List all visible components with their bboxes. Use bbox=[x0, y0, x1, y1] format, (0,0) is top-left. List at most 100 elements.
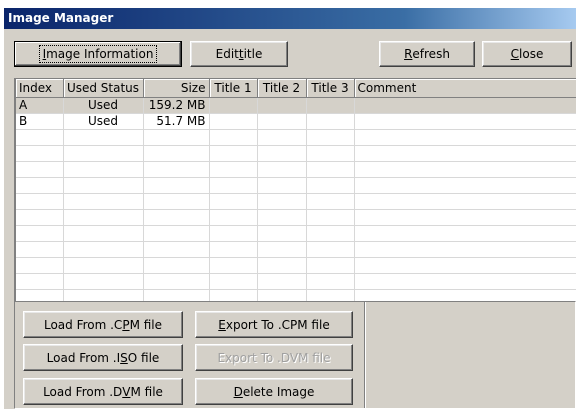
load-iso-label-post: O file bbox=[127, 350, 160, 365]
empty-cell bbox=[257, 273, 307, 290]
empty-cell bbox=[16, 209, 64, 226]
empty-cell bbox=[354, 225, 576, 242]
empty-cell bbox=[143, 145, 210, 162]
empty-cell bbox=[143, 225, 210, 242]
empty-cell bbox=[63, 225, 144, 242]
refresh-button[interactable]: Refresh bbox=[379, 41, 475, 67]
window-title: Image Manager bbox=[4, 8, 576, 29]
column-header-used-status[interactable]: Used Status bbox=[63, 79, 144, 98]
edit-title-button[interactable]: Edit t itle bbox=[190, 41, 288, 67]
export-to-cpm-button[interactable]: Export To .CPM file bbox=[195, 311, 353, 338]
empty-cell bbox=[143, 193, 210, 210]
empty-cell bbox=[306, 145, 355, 162]
empty-cell bbox=[209, 209, 258, 226]
column-header-index[interactable]: Index bbox=[16, 79, 64, 98]
column-header-comment[interactable]: Comment bbox=[354, 79, 576, 98]
empty-cell bbox=[143, 273, 210, 290]
panel-divider bbox=[364, 302, 366, 408]
empty-cell bbox=[257, 225, 307, 242]
image-list-grid[interactable]: Index Used Status Size Title 1 Title 2 T… bbox=[14, 78, 576, 328]
empty-cell bbox=[63, 161, 144, 178]
cell-index: B bbox=[16, 113, 64, 130]
empty-cell bbox=[16, 161, 64, 178]
empty-rows bbox=[16, 129, 576, 322]
empty-cell bbox=[354, 193, 576, 210]
empty-cell bbox=[257, 177, 307, 194]
empty-row bbox=[16, 209, 576, 226]
empty-cell bbox=[63, 241, 144, 258]
cell-title-2 bbox=[257, 97, 307, 114]
empty-cell bbox=[143, 257, 210, 274]
close-label-mnemonic: C bbox=[510, 47, 520, 61]
empty-row bbox=[16, 177, 576, 194]
cell-title-1 bbox=[209, 113, 258, 130]
empty-cell bbox=[257, 145, 307, 162]
column-header-title-3[interactable]: Title 3 bbox=[306, 79, 355, 98]
cell-title-2 bbox=[257, 113, 307, 130]
load-cpm-label-mnemonic: P bbox=[122, 317, 130, 332]
cell-title-1 bbox=[209, 97, 258, 114]
empty-cell bbox=[306, 241, 355, 258]
image-information-label: Image Information bbox=[38, 45, 158, 63]
load-from-cpm-button[interactable]: Load From .C P M file bbox=[23, 311, 183, 338]
empty-cell bbox=[209, 145, 258, 162]
empty-cell bbox=[63, 273, 144, 290]
table-header-row: Index Used Status Size Title 1 Title 2 T… bbox=[16, 79, 576, 98]
table-row[interactable]: A Used 159.2 MB bbox=[16, 97, 576, 114]
delete-image-button[interactable]: Delete Image bbox=[195, 378, 353, 405]
table-row[interactable]: B Used 51.7 MB bbox=[16, 113, 576, 130]
load-from-iso-button[interactable]: Load From .I S O file bbox=[23, 344, 183, 371]
empty-cell bbox=[306, 129, 355, 146]
empty-cell bbox=[143, 129, 210, 146]
cell-used-status: Used bbox=[63, 113, 144, 130]
empty-cell bbox=[257, 129, 307, 146]
cell-title-3 bbox=[306, 97, 355, 114]
load-dvm-label-mnemonic: V bbox=[122, 384, 131, 399]
load-dvm-label-post: M file bbox=[130, 384, 163, 399]
empty-cell bbox=[354, 161, 576, 178]
empty-row bbox=[16, 257, 576, 274]
load-cpm-label-post: M file bbox=[129, 317, 163, 332]
cell-size: 51.7 MB bbox=[143, 113, 210, 130]
empty-row bbox=[16, 225, 576, 242]
close-label-post: lose bbox=[519, 47, 544, 61]
empty-cell bbox=[143, 161, 210, 178]
empty-cell bbox=[257, 161, 307, 178]
empty-row bbox=[16, 241, 576, 258]
empty-cell bbox=[209, 225, 258, 242]
empty-cell bbox=[257, 193, 307, 210]
empty-row bbox=[16, 161, 576, 178]
empty-cell bbox=[306, 193, 355, 210]
load-iso-label-mnemonic: S bbox=[120, 350, 128, 365]
empty-cell bbox=[306, 209, 355, 226]
empty-cell bbox=[16, 257, 64, 274]
cell-size: 159.2 MB bbox=[143, 97, 210, 114]
empty-cell bbox=[209, 161, 258, 178]
empty-cell bbox=[16, 273, 64, 290]
empty-cell bbox=[257, 209, 307, 226]
image-manager-window: Image Information Edit t itle Refresh Clo… bbox=[4, 29, 576, 409]
empty-cell bbox=[209, 129, 258, 146]
empty-cell bbox=[16, 241, 64, 258]
empty-cell bbox=[354, 209, 576, 226]
empty-cell bbox=[63, 145, 144, 162]
empty-cell bbox=[306, 177, 355, 194]
close-button[interactable]: Close bbox=[482, 41, 572, 67]
column-header-size[interactable]: Size bbox=[143, 79, 210, 98]
empty-cell bbox=[354, 145, 576, 162]
empty-cell bbox=[306, 273, 355, 290]
empty-cell bbox=[16, 129, 64, 146]
edit-title-label-pre: Edit bbox=[215, 47, 239, 61]
column-header-title-2[interactable]: Title 2 bbox=[257, 79, 307, 98]
load-iso-label-pre: Load From .I bbox=[46, 350, 121, 365]
empty-cell bbox=[306, 225, 355, 242]
export-dvm-label: Export To .DVM file bbox=[217, 350, 331, 365]
column-header-title-1[interactable]: Title 1 bbox=[209, 79, 258, 98]
empty-cell bbox=[306, 161, 355, 178]
load-from-dvm-button[interactable]: Load From .D V M file bbox=[23, 378, 183, 405]
empty-cell bbox=[63, 129, 144, 146]
image-information-button[interactable]: Image Information bbox=[14, 41, 182, 67]
empty-cell bbox=[143, 177, 210, 194]
cell-index: A bbox=[16, 97, 64, 114]
empty-cell bbox=[354, 129, 576, 146]
